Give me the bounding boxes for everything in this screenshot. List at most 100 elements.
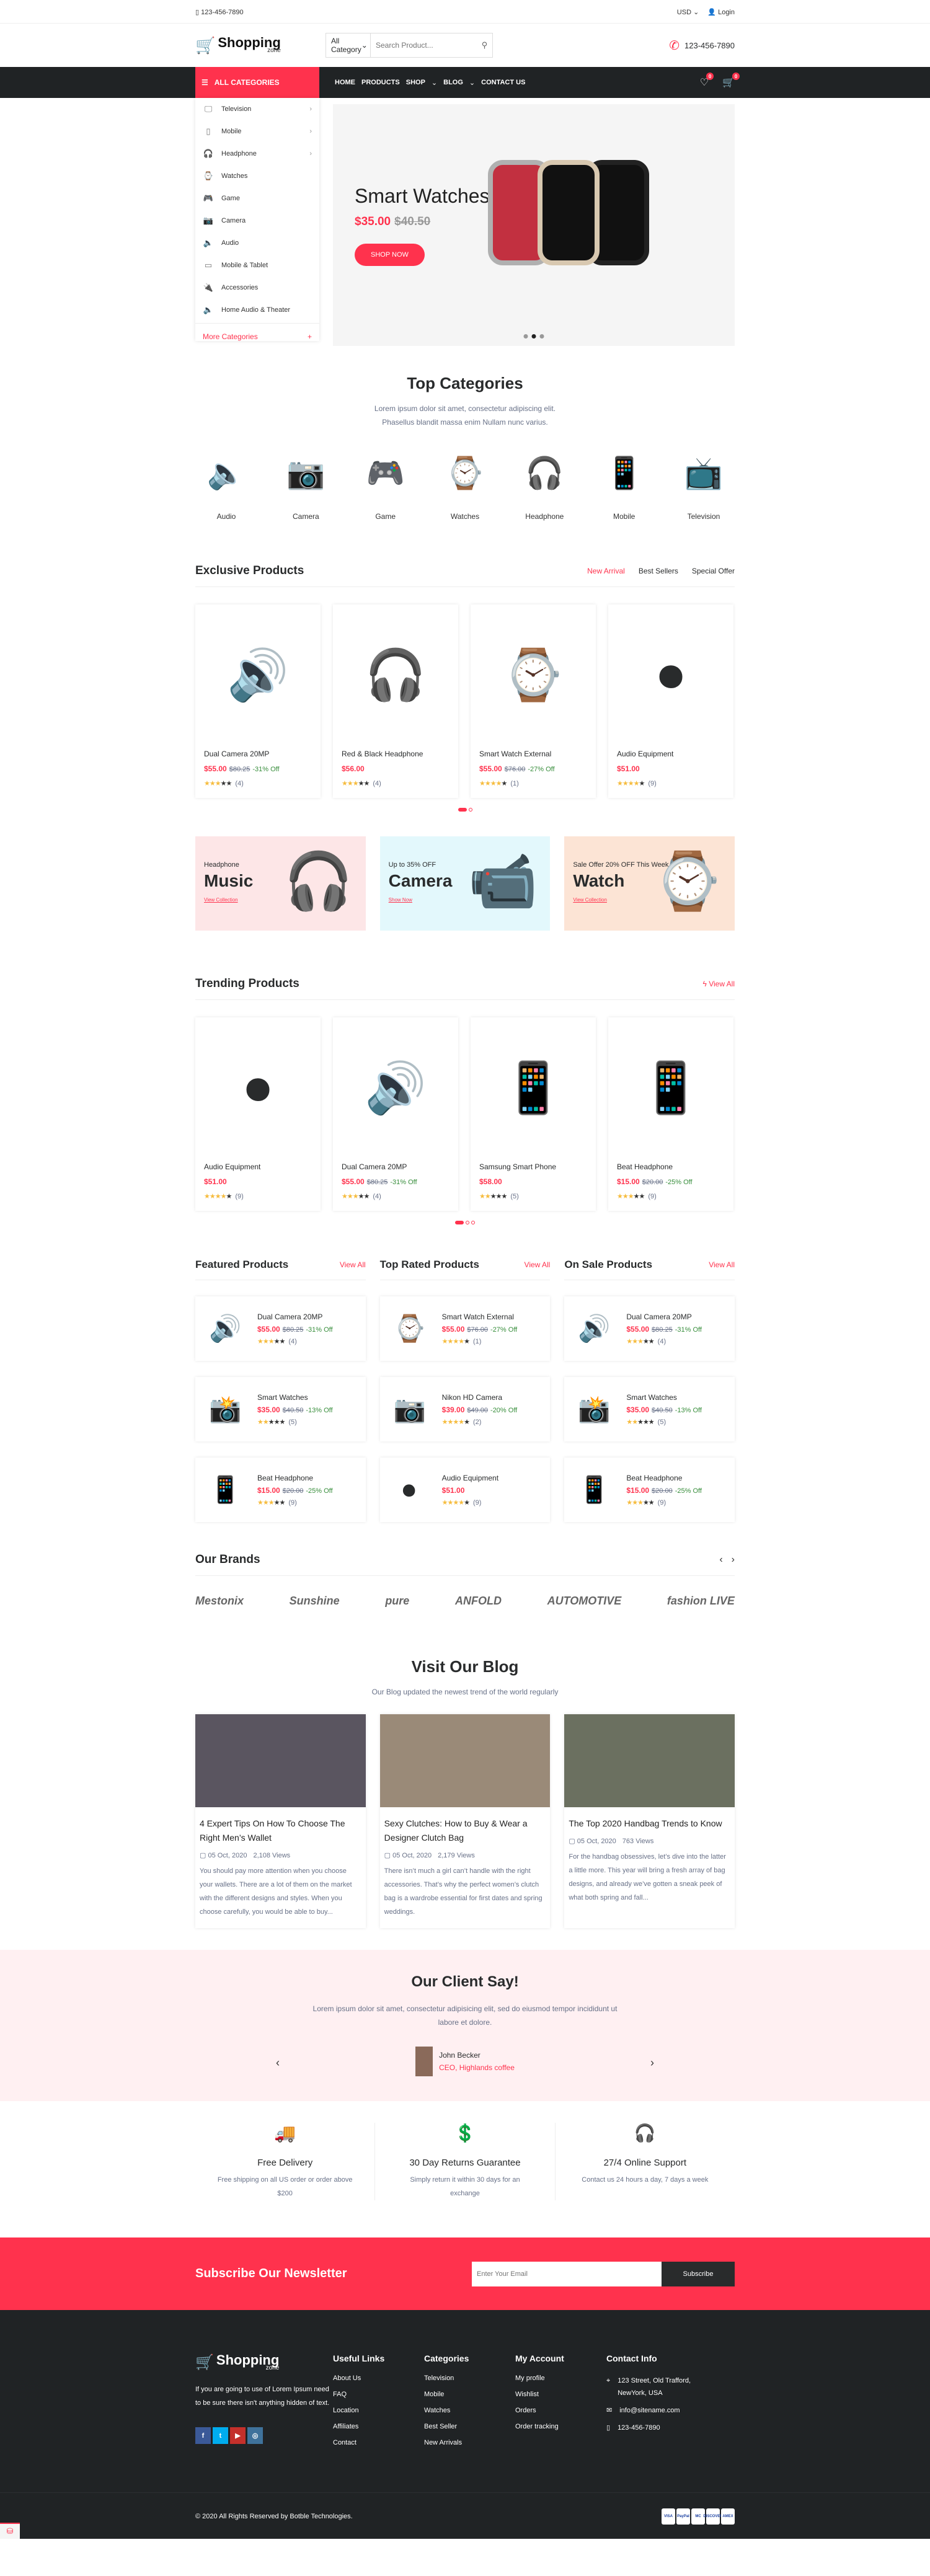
sidebar-item-headphone[interactable]: 🎧 Headphone ›	[195, 143, 319, 165]
logo[interactable]: 🛒 Shopping zone	[195, 36, 326, 55]
product-name[interactable]: Beat Headphone	[617, 1162, 725, 1171]
product-card[interactable]: 🔊 Dual Camera 20MP $55.00 $80.25 -31% Off ★★★…	[195, 604, 321, 798]
product-name[interactable]: Samsung Smart Phone	[479, 1162, 587, 1171]
footer-link-faq[interactable]: FAQ	[333, 2391, 424, 2398]
list-item[interactable]: 📱 Beat Headphone $15.00 $20.00 -25% Off ★★★★★…	[564, 1458, 735, 1522]
product-card[interactable]: 📱 Samsung Smart Phone $58.00 ★★★★★ (5)	[471, 1017, 596, 1211]
category-headphone[interactable]: 🎧 Headphone	[513, 445, 575, 521]
view-all-link[interactable]: View All	[709, 1260, 735, 1269]
footer-link-television[interactable]: Television	[424, 2375, 515, 2382]
product-card[interactable]: 🔊 Dual Camera 20MP $55.00 $80.25 -31% Off ★★★…	[333, 1017, 458, 1211]
tab-new-arrival[interactable]: New Arrival	[587, 567, 625, 575]
footer-link-orders[interactable]: Orders	[515, 2407, 606, 2414]
all-categories-button[interactable]: ☰ ALL CATEGORIES	[195, 67, 319, 98]
sidebar-item-game[interactable]: 🎮 Game	[195, 187, 319, 210]
blog-title[interactable]: 4 Expert Tips On How To Choose The Right…	[200, 1817, 361, 1845]
sidebar-item-home-audio-theater[interactable]: 🔈 Home Audio & Theater	[195, 299, 319, 321]
footer-link-my-profile[interactable]: My profile	[515, 2375, 606, 2382]
facebook-icon[interactable]: f	[195, 2427, 211, 2444]
footer-link-watches[interactable]: Watches	[424, 2407, 515, 2414]
promo-banner-watch[interactable]: Sale Offer 20% OFF This Week Watch View Co…	[564, 836, 735, 931]
subscribe-button[interactable]: Subscribe	[662, 2261, 735, 2286]
sidebar-item-audio[interactable]: 🔈 Audio	[195, 232, 319, 254]
footer-link-wishlist[interactable]: Wishlist	[515, 2391, 606, 2398]
blog-title[interactable]: Sexy Clutches: How to Buy & Wear a Desig…	[384, 1817, 546, 1845]
footer-email[interactable]: ✉ info@sitename.com	[606, 2404, 730, 2417]
nav-contact-us[interactable]: CONTACT US	[481, 79, 525, 87]
sidebar-item-mobile-tablet[interactable]: ▭ Mobile & Tablet	[195, 254, 319, 277]
footer-link-order-tracking[interactable]: Order tracking	[515, 2423, 606, 2430]
product-card[interactable]: ⏺ Audio Equipment $51.00 ★★★★★ (9)	[608, 604, 733, 798]
sidebar-item-camera[interactable]: 📷 Camera	[195, 210, 319, 232]
promo-banner-music[interactable]: Headphone Music View Collection 🎧	[195, 836, 366, 931]
slider-dot[interactable]	[531, 334, 536, 339]
wishlist-button[interactable]: ♡ 0	[700, 73, 714, 89]
product-name[interactable]: Audio Equipment	[617, 750, 725, 758]
twitter-icon[interactable]: t	[213, 2427, 228, 2444]
brand-logo[interactable]: pure	[385, 1595, 409, 1608]
nav-products[interactable]: PRODUCTS	[361, 79, 400, 87]
list-item[interactable]: 📷 Nikon HD Camera $39.00 $49.00 -20% Off ★★★★…	[380, 1377, 551, 1441]
nav-shop[interactable]: SHOP	[406, 79, 425, 87]
list-item[interactable]: ⌚ Smart Watch External $55.00 $76.00 -27% Of…	[380, 1296, 551, 1361]
product-name[interactable]: Red & Black Headphone	[342, 750, 450, 758]
laravel-debug-icon[interactable]: ⛁	[0, 2523, 20, 2539]
brand-logo[interactable]: Mestonix	[195, 1595, 244, 1608]
product-name[interactable]: Dual Camera 20MP	[626, 1312, 702, 1321]
trending-pager[interactable]	[195, 1221, 735, 1224]
product-name[interactable]: Dual Camera 20MP	[342, 1162, 450, 1171]
list-item[interactable]: 📸 Smart Watches $35.00 $40.50 -13% Off ★★★★★(…	[195, 1377, 366, 1441]
blog-title[interactable]: The Top 2020 Handbag Trends to Know	[569, 1817, 730, 1831]
newsletter-email-input[interactable]	[472, 2261, 662, 2286]
footer-link-mobile[interactable]: Mobile	[424, 2391, 515, 2398]
product-name[interactable]: Smart Watches	[626, 1393, 702, 1402]
blog-card[interactable]: Sexy Clutches: How to Buy & Wear a Desig…	[379, 1714, 551, 1928]
product-card[interactable]: ⏺ Audio Equipment $51.00 ★★★★★ (9)	[195, 1017, 321, 1211]
product-name[interactable]: Smart Watch External	[442, 1312, 518, 1321]
brand-logo[interactable]: fashion LIVE	[667, 1595, 735, 1608]
testimonial-prev-button[interactable]: ‹	[276, 2056, 280, 2069]
brand-logo[interactable]: Sunshine	[290, 1595, 340, 1608]
product-name[interactable]: Beat Headphone	[257, 1474, 333, 1482]
nav-home[interactable]: HOME	[335, 79, 355, 87]
brands-prev-button[interactable]: ‹	[719, 1554, 722, 1565]
category-select[interactable]: All Category ⌄	[326, 33, 371, 57]
footer-link-about-us[interactable]: About Us	[333, 2375, 424, 2382]
product-card[interactable]: 📱 Beat Headphone $15.00 $20.00 -25% Off ★★★★★…	[608, 1017, 733, 1211]
list-item[interactable]: 🔊 Dual Camera 20MP $55.00 $80.25 -31% Off ★★★…	[564, 1296, 735, 1361]
promo-banner-camera[interactable]: Up to 35% OFF Camera Show Now 📹	[379, 836, 551, 931]
nav-blog[interactable]: BLOG	[443, 79, 463, 87]
youtube-icon[interactable]: ▶	[230, 2427, 246, 2444]
brand-logo[interactable]: AUTOMOTIVE	[547, 1595, 622, 1608]
category-game[interactable]: 🎮 Game	[355, 445, 417, 521]
product-card[interactable]: 🎧 Red & Black Headphone $56.00 ★★★★★ (4)	[333, 604, 458, 798]
sidebar-item-television[interactable]: 🖵 Television ›	[195, 98, 319, 120]
product-name[interactable]: Dual Camera 20MP	[257, 1312, 333, 1321]
brand-logo[interactable]: ANFOLD	[455, 1595, 502, 1608]
product-name[interactable]: Beat Headphone	[626, 1474, 702, 1482]
slider-dot[interactable]	[523, 334, 528, 339]
sidebar-item-watches[interactable]: ⌚ Watches	[195, 165, 319, 187]
product-name[interactable]: Nikon HD Camera	[442, 1393, 518, 1402]
slider-dot[interactable]	[539, 334, 544, 339]
view-all-link[interactable]: View All	[525, 1260, 551, 1269]
tab-special-offer[interactable]: Special Offer	[692, 567, 735, 575]
search-button[interactable]: ⚲	[477, 33, 492, 57]
blog-card[interactable]: 4 Expert Tips On How To Choose The Right…	[195, 1714, 366, 1928]
sidebar-item-accessories[interactable]: 🔌 Accessories	[195, 277, 319, 299]
brands-next-button[interactable]: ›	[732, 1554, 735, 1565]
trending-view-all[interactable]: ϟ View All	[702, 980, 735, 988]
login-link[interactable]: 👤 Login	[707, 8, 735, 16]
product-name[interactable]: Audio Equipment	[204, 1162, 312, 1171]
footer-link-location[interactable]: Location	[333, 2407, 424, 2414]
instagram-icon[interactable]: ◎	[247, 2427, 263, 2444]
view-all-link[interactable]: View All	[340, 1260, 366, 1269]
category-audio[interactable]: 🔈 Audio	[195, 445, 257, 521]
product-name[interactable]: Audio Equipment	[442, 1474, 498, 1482]
product-name[interactable]: Smart Watch External	[479, 750, 587, 758]
shop-now-button[interactable]: SHOP NOW	[355, 243, 425, 266]
category-watches[interactable]: ⌚ Watches	[434, 445, 496, 521]
list-item[interactable]: ⏺ Audio Equipment $51.00 ★★★★★ (9)	[380, 1458, 551, 1522]
sidebar-item-mobile[interactable]: ▯ Mobile ›	[195, 120, 319, 143]
more-categories-button[interactable]: More Categories +	[195, 323, 319, 349]
